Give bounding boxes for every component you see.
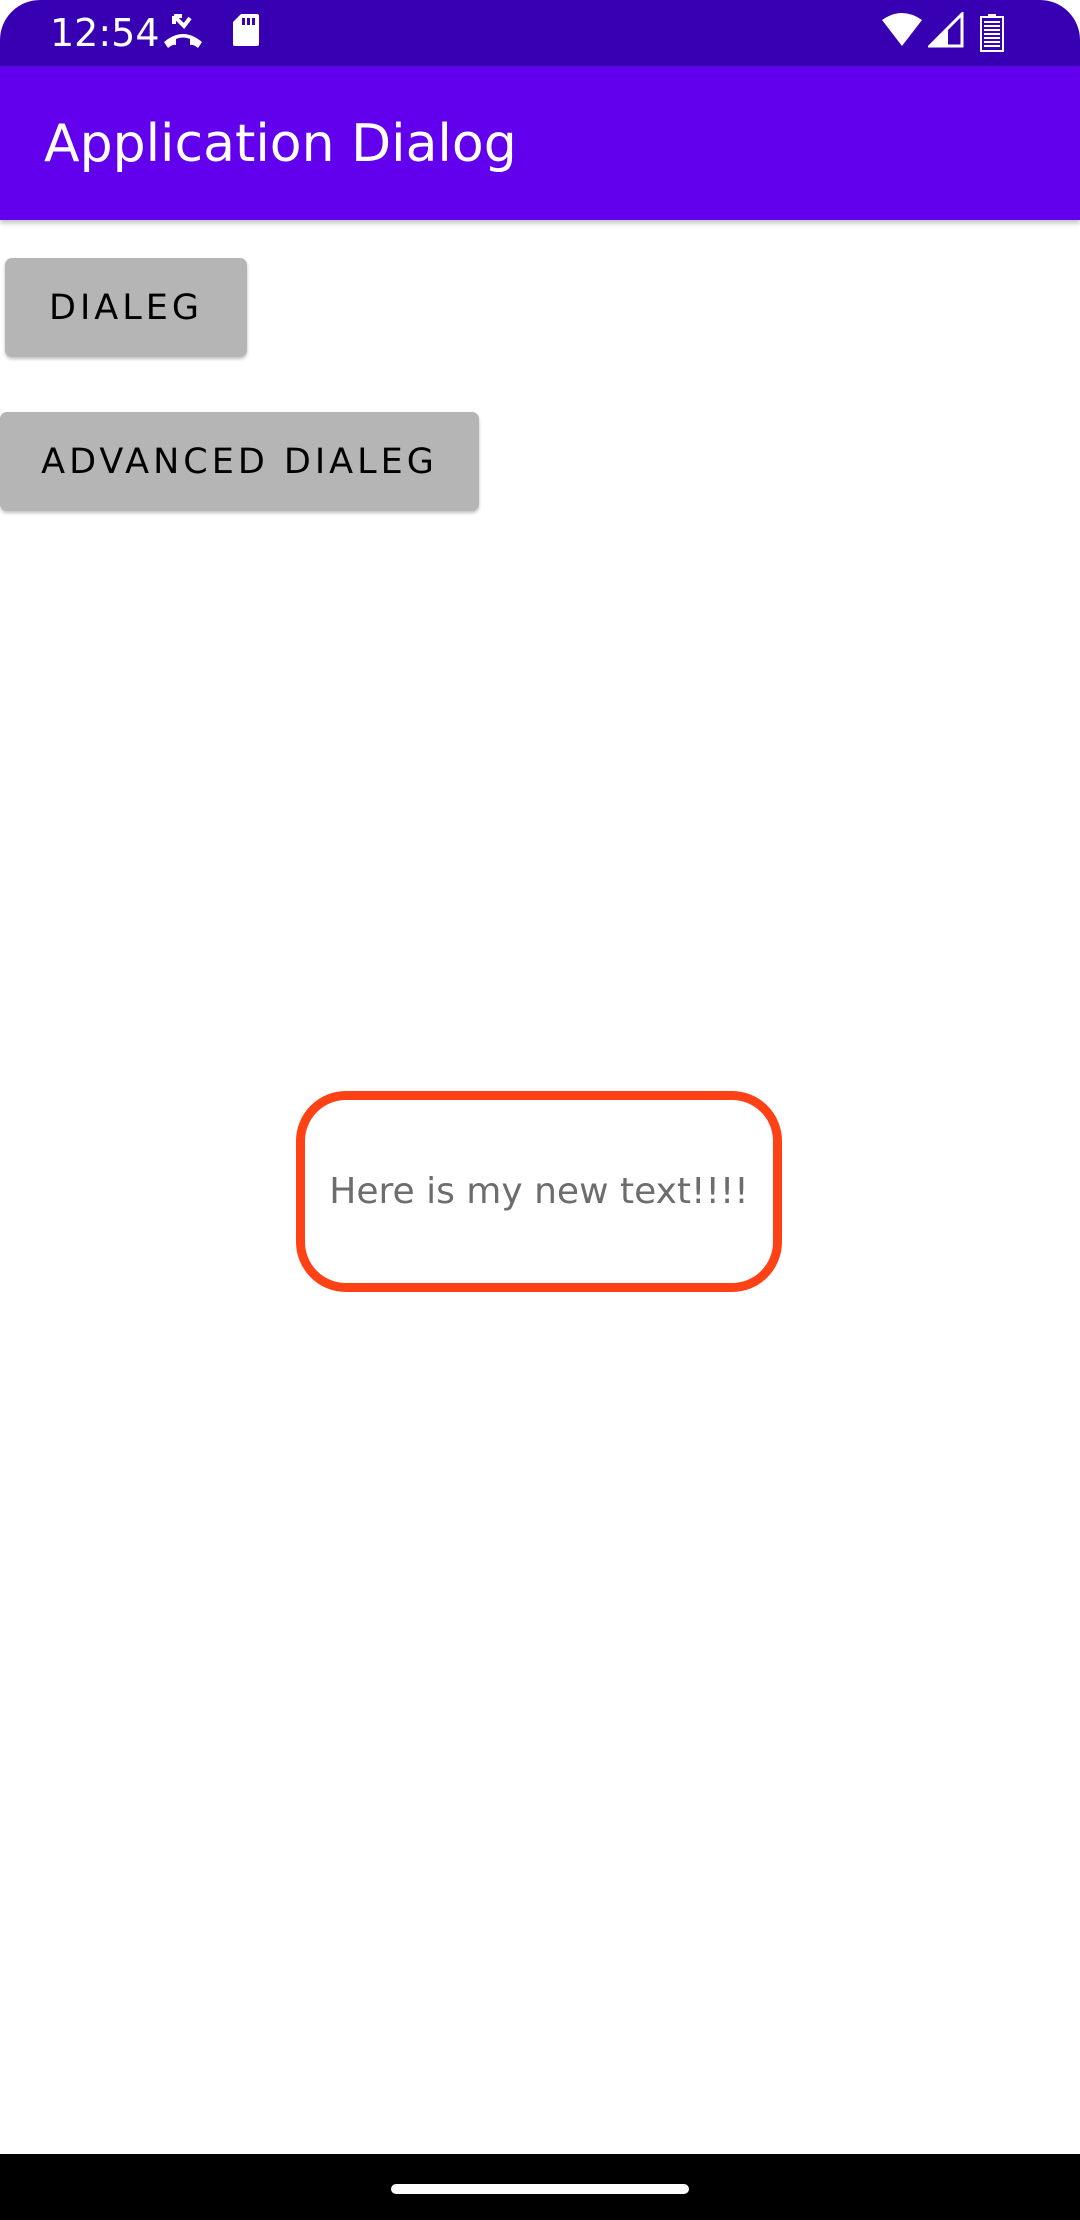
battery-icon xyxy=(980,14,1004,56)
toast-message: Here is my new text!!!! xyxy=(296,1091,782,1292)
app-bar: Application Dialog xyxy=(0,66,1080,220)
advanced-dialog-button[interactable]: ADVANCED DIALEG xyxy=(0,412,479,511)
dialog-button[interactable]: DIALEG xyxy=(5,258,247,357)
signal-icon xyxy=(926,10,964,52)
wifi-icon xyxy=(880,12,924,52)
toast-text: Here is my new text!!!! xyxy=(329,1171,749,1212)
sd-card-icon xyxy=(231,12,259,52)
navigation-bar xyxy=(0,2154,1080,2220)
home-handle[interactable] xyxy=(391,2184,689,2194)
status-bar: 12:54 xyxy=(0,0,1080,66)
missed-call-icon xyxy=(160,12,206,56)
status-time: 12:54 xyxy=(50,11,160,55)
page-title: Application Dialog xyxy=(44,114,517,174)
